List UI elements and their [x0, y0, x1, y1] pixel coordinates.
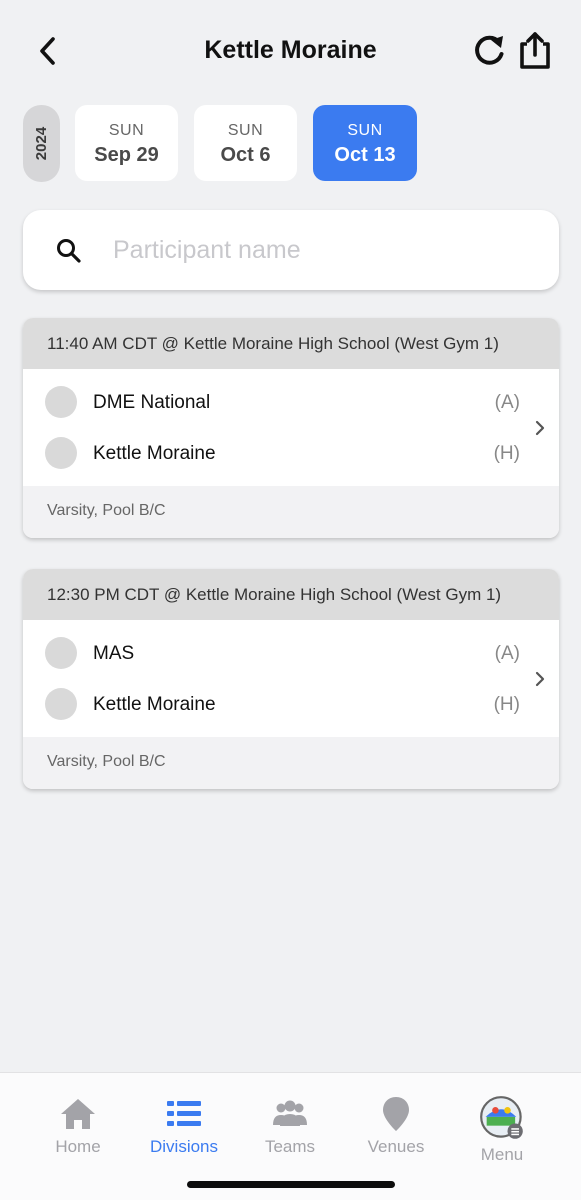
- team-avatar: [45, 688, 77, 720]
- share-button[interactable]: [514, 30, 556, 72]
- search-input[interactable]: [113, 230, 533, 270]
- date-day-of-week: SUN: [227, 122, 264, 139]
- date-label: Sep 29: [94, 144, 159, 166]
- year-pill: 2024: [23, 105, 60, 182]
- date-day-of-week: SUN: [108, 122, 145, 139]
- team-name: Kettle Moraine: [93, 443, 216, 464]
- tab-menu[interactable]: Menu: [447, 1095, 557, 1165]
- team-name: MAS: [93, 643, 135, 664]
- team-side: (H): [493, 694, 520, 715]
- team-side: (H): [493, 443, 520, 464]
- tab-divisions[interactable]: Divisions: [129, 1095, 239, 1157]
- game-card[interactable]: 12:30 PM CDT @ Kettle Moraine High Schoo…: [23, 569, 559, 789]
- participant-search: [23, 210, 559, 290]
- year-label: 2024: [33, 126, 50, 161]
- tab-label: Venues: [367, 1137, 425, 1156]
- team-row: Kettle Moraine (H): [23, 433, 533, 473]
- map-pin-icon: [383, 1097, 409, 1131]
- team-avatar: [45, 386, 77, 418]
- date-label: Oct 6: [220, 144, 271, 166]
- top-bar: Kettle Moraine: [0, 0, 581, 100]
- team-name: Kettle Moraine: [93, 694, 216, 715]
- date-label: Oct 13: [334, 144, 396, 166]
- search-icon: [57, 239, 81, 263]
- game-division: Varsity, Pool B/C: [23, 486, 559, 538]
- game-time-venue: 12:30 PM CDT @ Kettle Moraine High Schoo…: [23, 569, 559, 620]
- home-indicator: [187, 1181, 395, 1188]
- game-division: Varsity, Pool B/C: [23, 737, 559, 789]
- tab-label: Menu: [480, 1145, 524, 1164]
- game-card[interactable]: 11:40 AM CDT @ Kettle Moraine High Schoo…: [23, 318, 559, 538]
- date-option-sep-29[interactable]: SUN Sep 29: [75, 105, 178, 181]
- team-row: DME National (A): [23, 382, 533, 422]
- tab-label: Home: [55, 1137, 101, 1156]
- tab-label: Teams: [264, 1137, 316, 1156]
- refresh-icon: [475, 35, 504, 65]
- team-row: MAS (A): [23, 633, 533, 673]
- chevron-right-icon: [535, 671, 545, 687]
- team-avatar: [45, 637, 77, 669]
- teams-icon: [273, 1100, 307, 1126]
- menu-avatar-icon: [480, 1096, 523, 1139]
- date-option-oct-13[interactable]: SUN Oct 13: [313, 105, 417, 181]
- chevron-right-icon: [535, 420, 545, 436]
- refresh-button[interactable]: [470, 32, 508, 70]
- share-icon: [520, 32, 550, 69]
- tab-teams[interactable]: Teams: [235, 1095, 345, 1157]
- divisions-list-icon: [167, 1101, 201, 1126]
- team-name: DME National: [93, 392, 211, 413]
- team-side: (A): [494, 392, 520, 413]
- tab-label: Divisions: [149, 1137, 219, 1156]
- team-row: Kettle Moraine (H): [23, 684, 533, 724]
- tab-venues[interactable]: Venues: [341, 1095, 451, 1157]
- team-side: (A): [494, 643, 520, 664]
- team-avatar: [45, 437, 77, 469]
- home-icon: [61, 1099, 95, 1129]
- game-time-venue: 11:40 AM CDT @ Kettle Moraine High Schoo…: [23, 318, 559, 369]
- date-option-oct-6[interactable]: SUN Oct 6: [194, 105, 297, 181]
- date-day-of-week: SUN: [347, 122, 383, 139]
- tab-home[interactable]: Home: [23, 1095, 133, 1157]
